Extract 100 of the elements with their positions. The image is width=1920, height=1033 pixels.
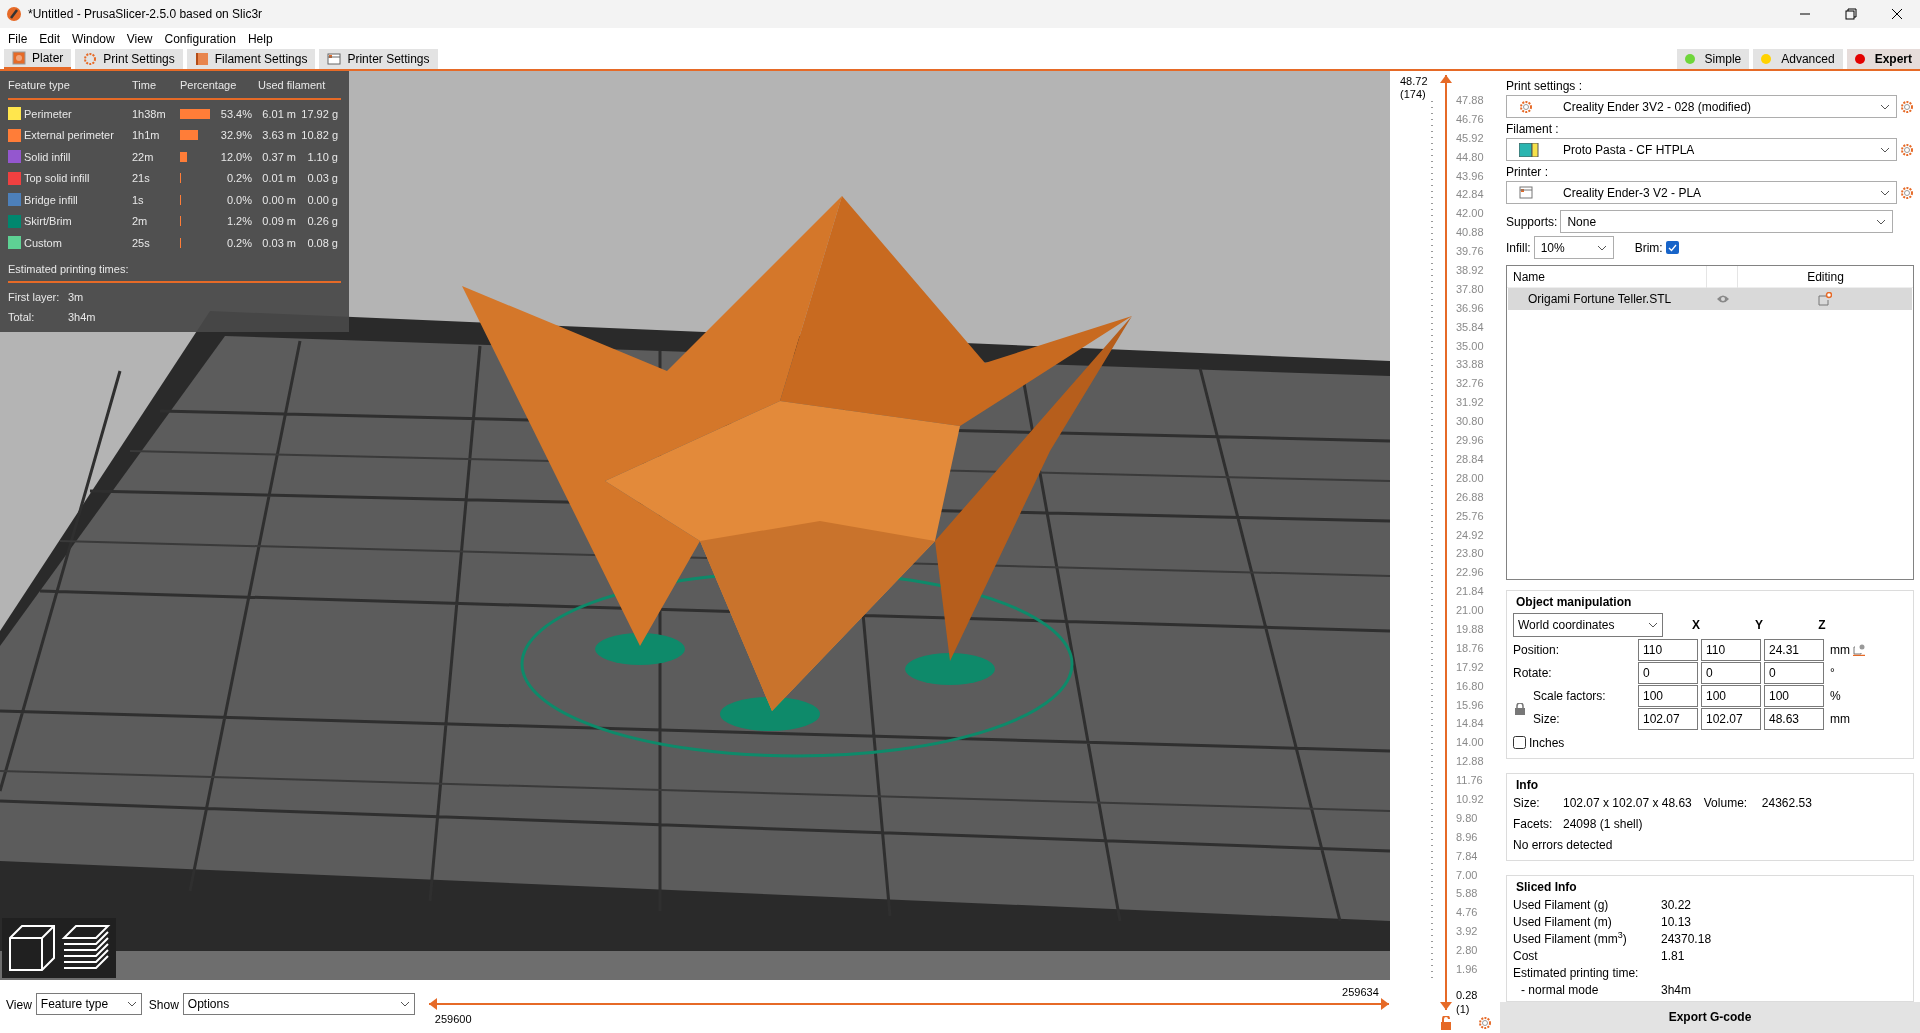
export-button[interactable]: Export G-code bbox=[1500, 1001, 1920, 1033]
info-label: Size: bbox=[1513, 794, 1541, 812]
menu-item[interactable]: Help bbox=[241, 28, 279, 50]
input-field[interactable]: 110 bbox=[1701, 639, 1761, 662]
length-value: 0.03 m bbox=[261, 235, 296, 251]
eye-icon[interactable] bbox=[1716, 294, 1730, 304]
time-value: 22m bbox=[132, 149, 155, 165]
menu-item[interactable]: Edit bbox=[33, 28, 67, 50]
gear-icon bbox=[83, 52, 98, 66]
object-row[interactable]: Origami Fortune Teller.STL bbox=[1508, 288, 1912, 310]
caret-icon bbox=[1880, 103, 1890, 110]
layer-height: 0.28 bbox=[1456, 988, 1478, 1003]
input-field[interactable]: 102.07 bbox=[1638, 708, 1698, 731]
unit-label: mm bbox=[1830, 711, 1850, 729]
menu-item[interactable]: File bbox=[2, 28, 34, 50]
tick-label: 45.92 bbox=[1456, 131, 1484, 144]
input-field[interactable]: 48.63 bbox=[1764, 708, 1824, 731]
tick-label: 37.80 bbox=[1456, 282, 1484, 295]
mode-button[interactable]: Simple bbox=[1676, 49, 1750, 69]
mode-button[interactable]: Expert bbox=[1846, 49, 1920, 69]
printer-icon bbox=[327, 52, 342, 66]
show-dropdown[interactable]: Options bbox=[182, 993, 415, 1016]
input-field[interactable]: 100 bbox=[1638, 685, 1698, 708]
tick-label: 26.88 bbox=[1456, 490, 1484, 503]
slider-thumb[interactable] bbox=[1440, 1002, 1452, 1010]
menu-item[interactable]: Configuration bbox=[158, 28, 242, 50]
supports-dropdown[interactable]: None bbox=[1560, 210, 1893, 233]
checkbox[interactable] bbox=[1665, 241, 1679, 254]
tick-label: 33.88 bbox=[1456, 358, 1484, 371]
tick-label: 17.92 bbox=[1456, 660, 1484, 673]
tick-label: 9.80 bbox=[1456, 811, 1478, 824]
gear-icon[interactable] bbox=[1900, 99, 1914, 114]
feature-name: Perimeter bbox=[24, 106, 73, 122]
tick-label: 40.88 bbox=[1456, 226, 1484, 239]
weight-value: 0.08 g bbox=[306, 235, 338, 251]
info-value: 1.81 bbox=[1661, 947, 1686, 965]
unit-label: mm bbox=[1830, 642, 1850, 660]
lock-icon[interactable] bbox=[1440, 1016, 1452, 1030]
reset-icon[interactable] bbox=[1853, 644, 1865, 657]
input-field[interactable]: 24.31 bbox=[1764, 639, 1824, 662]
tab[interactable]: Print Settings bbox=[75, 49, 183, 69]
status-text: No errors detected bbox=[1513, 836, 1614, 854]
preset-dropdown[interactable]: Creality Ender 3V2 - 028 (modified) bbox=[1506, 95, 1897, 118]
slider-value: 259634 bbox=[1342, 985, 1379, 1001]
length-value: 0.37 m bbox=[261, 149, 296, 165]
slider-track[interactable] bbox=[1440, 75, 1452, 1010]
input-field[interactable]: 100 bbox=[1701, 685, 1761, 708]
time-label: First layer: bbox=[8, 289, 61, 305]
percentage-value: 0.0% bbox=[225, 192, 252, 208]
input-field[interactable]: 102.07 bbox=[1701, 708, 1761, 731]
tab[interactable]: Plater bbox=[4, 49, 72, 69]
menu-item[interactable]: Window bbox=[66, 28, 121, 50]
preset-dropdown[interactable]: Creality Ender-3 V2 - PLA bbox=[1506, 181, 1897, 204]
tick-label: 35.84 bbox=[1456, 320, 1484, 333]
coordinates-dropdown[interactable]: World coordinates bbox=[1513, 612, 1663, 637]
caret-icon bbox=[1876, 218, 1886, 225]
gear-icon[interactable] bbox=[1900, 185, 1914, 200]
lock-icon[interactable] bbox=[1515, 702, 1525, 715]
tick-label: 35.00 bbox=[1456, 339, 1484, 352]
slider-track[interactable] bbox=[428, 998, 1389, 1011]
infill-dropdown[interactable]: 10% bbox=[1533, 236, 1614, 259]
info-label: Used Filament (g) bbox=[1513, 896, 1610, 914]
info-label: Used Filament (mm$^{3}$) bbox=[1513, 929, 1628, 948]
info-value: 24362.53 bbox=[1761, 794, 1812, 812]
tick-label: 36.96 bbox=[1456, 301, 1484, 314]
input-field[interactable]: 100 bbox=[1764, 685, 1824, 708]
tab[interactable]: Filament Settings bbox=[186, 49, 316, 69]
close-icon[interactable] bbox=[1891, 8, 1903, 20]
percentage-value: 1.2% bbox=[225, 214, 252, 229]
unit-label: % bbox=[1830, 688, 1841, 706]
input-field[interactable]: 0 bbox=[1638, 662, 1698, 685]
caret-icon bbox=[399, 1001, 410, 1008]
restore-icon[interactable] bbox=[1845, 8, 1857, 20]
input-field[interactable]: 0 bbox=[1701, 662, 1761, 685]
gear-icon[interactable] bbox=[1478, 1016, 1492, 1030]
preset-dropdown[interactable]: Proto Pasta - CF HTPLA bbox=[1506, 138, 1897, 161]
input-field[interactable]: 110 bbox=[1638, 639, 1698, 662]
menu-item[interactable]: View bbox=[120, 28, 159, 50]
tick-label: 19.88 bbox=[1456, 622, 1484, 635]
mode-button[interactable]: Advanced bbox=[1753, 49, 1843, 69]
gear-icon[interactable] bbox=[1900, 142, 1914, 157]
feature-name: External perimeter bbox=[24, 128, 115, 143]
tick-label: 11.76 bbox=[1456, 774, 1483, 787]
info-label: - normal mode bbox=[1520, 981, 1600, 999]
weight-value: 0.00 g bbox=[306, 192, 338, 208]
feature-name: Bridge infill bbox=[24, 192, 79, 208]
tab[interactable]: Printer Settings bbox=[319, 49, 438, 69]
checkbox[interactable] bbox=[1513, 736, 1526, 750]
slider-thumb[interactable] bbox=[428, 998, 437, 1011]
layer-height: 48.72 bbox=[1400, 74, 1428, 89]
tick-label: 21.00 bbox=[1456, 604, 1484, 617]
plater-icon bbox=[12, 51, 26, 65]
axis-label: Y bbox=[1754, 616, 1764, 634]
view-dropdown[interactable]: Feature type bbox=[35, 993, 142, 1016]
tick-label: 32.76 bbox=[1456, 377, 1484, 390]
info-label: Facets: bbox=[1513, 815, 1554, 833]
edit-icon[interactable] bbox=[1818, 292, 1832, 306]
tick-label: 25.76 bbox=[1456, 509, 1484, 522]
input-field[interactable]: 0 bbox=[1764, 662, 1824, 685]
slider-thumb[interactable] bbox=[1440, 75, 1452, 83]
